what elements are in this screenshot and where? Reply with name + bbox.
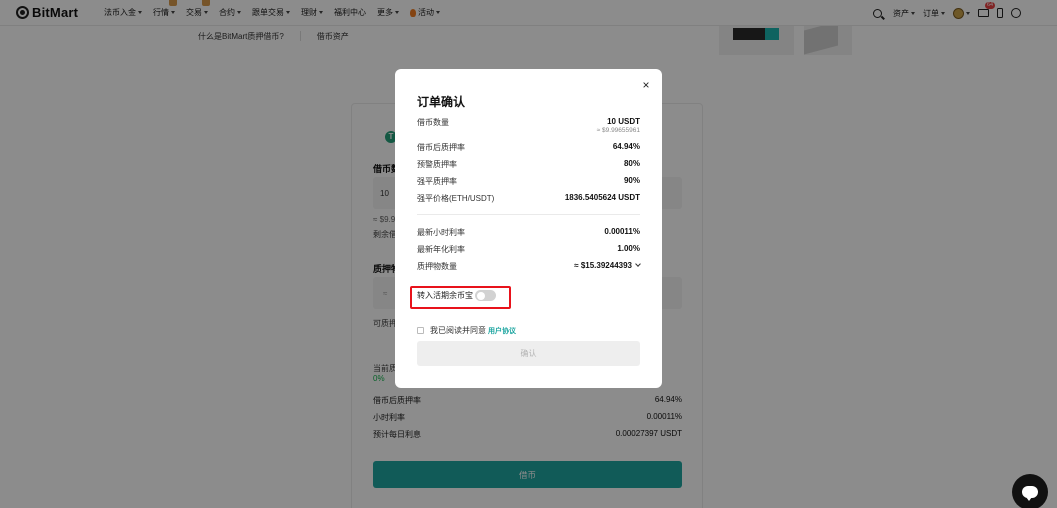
row-label: 预警质押率: [417, 160, 457, 169]
row-label: 最新小时利率: [417, 228, 465, 237]
liquidation-ltv-row: 强平质押率 90%: [417, 176, 640, 187]
chat-icon: [1022, 486, 1038, 501]
user-agreement-link[interactable]: 用户协议: [488, 326, 516, 336]
annual-rate-row: 最新年化利率 1.00%: [417, 244, 640, 255]
agreement-text: 我已阅读并同意: [430, 326, 486, 335]
liquidation-price-row: 强平价格(ETH/USDT) 1836.5405624 USDT: [417, 193, 640, 204]
agreement-row: 我已阅读并同意 用户协议: [417, 325, 516, 336]
flexible-savings-toggle-row: 转入活期余币宝: [417, 290, 496, 301]
warning-ltv-row: 预警质押率 80%: [417, 159, 640, 170]
row-label: 借币后质押率: [417, 143, 465, 152]
divider: [417, 214, 640, 215]
row-value: 64.94%: [612, 142, 640, 151]
modal-title: 订单确认: [417, 95, 466, 109]
borrow-amount-usd: ≈ $9.99655961: [596, 127, 640, 134]
toggle-label: 转入活期余币宝: [417, 291, 473, 300]
row-label: 强平质押率: [417, 177, 457, 186]
row-value: 1.00%: [617, 244, 640, 253]
order-confirm-modal: × 订单确认 借币数量 10 USDT ≈ $9.99655961 借币后质押率…: [395, 69, 662, 388]
ltv-after-row: 借币后质押率 64.94%: [417, 142, 640, 153]
chevron-down-icon: [635, 261, 641, 267]
flexible-savings-toggle[interactable]: [475, 290, 496, 301]
chat-support-button[interactable]: [1012, 474, 1048, 508]
row-value: 0.00011%: [604, 227, 640, 236]
row-value: 1836.5405624 USDT: [564, 193, 640, 202]
agreement-checkbox[interactable]: [417, 327, 424, 334]
row-label: 质押物数量: [417, 262, 457, 271]
collateral-amount-value: ≈ $15.39244393: [574, 261, 641, 272]
row-value: 90%: [623, 176, 640, 185]
hourly-rate-row: 最新小时利率 0.00011%: [417, 227, 640, 238]
row-label: 最新年化利率: [417, 245, 465, 254]
row-value: 80%: [623, 159, 640, 168]
row-label: 借币数量: [417, 118, 449, 127]
row-label: 强平价格(ETH/USDT): [417, 194, 495, 203]
row-value: ≈ $15.39244393: [574, 261, 632, 270]
close-icon[interactable]: ×: [640, 79, 652, 91]
confirm-button[interactable]: 确认: [417, 341, 640, 366]
collateral-amount-row[interactable]: 质押物数量 ≈ $15.39244393: [417, 261, 641, 272]
